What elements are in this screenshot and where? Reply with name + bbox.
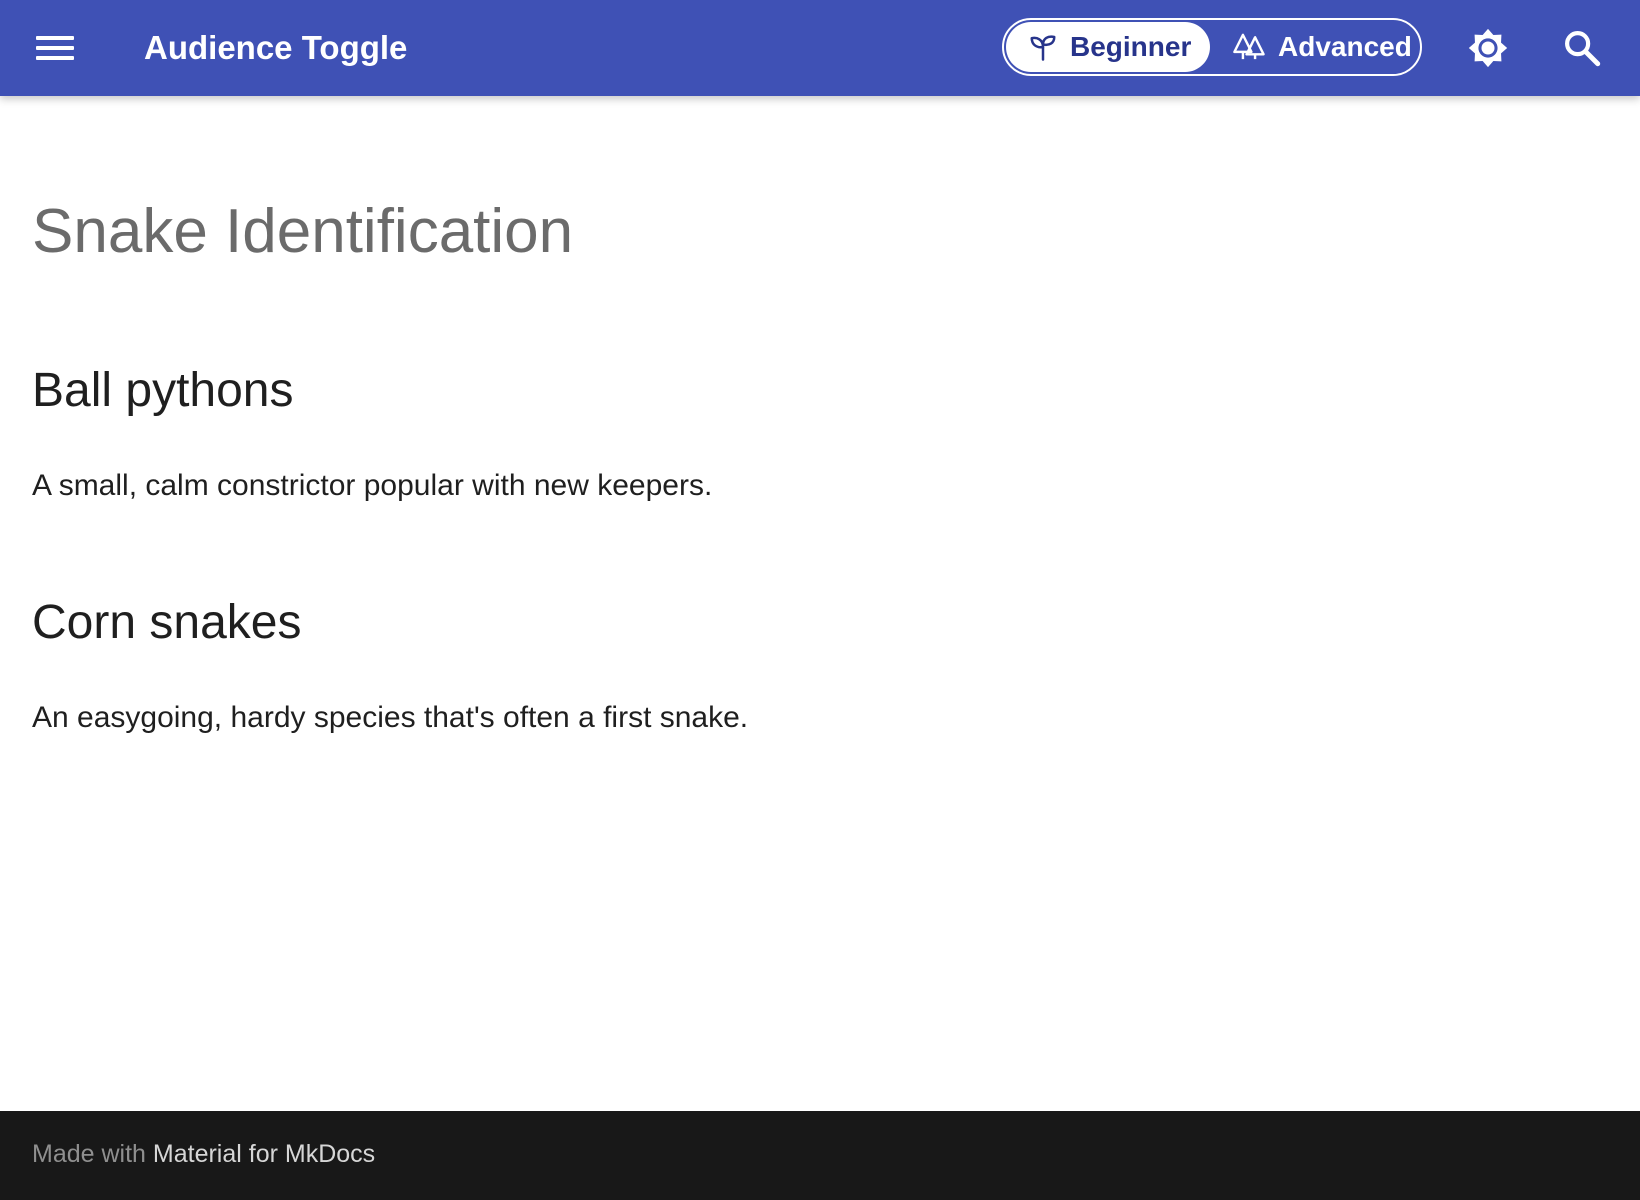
section-text: A small, calm constrictor popular with n… — [32, 469, 713, 502]
site-header: Audience Toggle Beginner Advanced — [0, 0, 1640, 96]
section-text: An easygoing, hardy species that's often… — [32, 701, 749, 734]
section-heading: Corn snakes — [32, 596, 302, 649]
advanced-label: Advanced — [1278, 31, 1412, 62]
brightness-icon — [1468, 28, 1508, 68]
section-heading: Ball pythons — [32, 364, 294, 417]
search-button[interactable] — [1558, 24, 1606, 72]
page-title: Snake Identification — [32, 197, 574, 266]
footer-prefix: Made with — [32, 1140, 153, 1168]
search-icon — [1565, 31, 1601, 67]
theme-toggle-button[interactable] — [1464, 24, 1512, 72]
beginner-option[interactable]: Beginner — [1006, 22, 1210, 72]
hamburger-menu-icon-bar — [36, 46, 74, 50]
site-title[interactable]: Audience Toggle — [144, 24, 407, 72]
site-footer: Made with Material for MkDocs — [0, 1111, 1640, 1200]
audience-toggle[interactable]: Beginner Advanced — [1002, 18, 1422, 76]
hamburger-menu-icon-bar — [36, 56, 74, 60]
advanced-option[interactable]: Advanced — [1210, 22, 1418, 72]
menu-button[interactable] — [30, 26, 82, 70]
footer-credit: Made with Material for MkDocs — [32, 1137, 375, 1171]
hamburger-menu-icon — [36, 36, 74, 40]
sprout-icon — [1030, 35, 1056, 61]
material-for-mkdocs-link[interactable]: Material for MkDocs — [153, 1140, 375, 1168]
beginner-label: Beginner — [1070, 31, 1192, 62]
forest-icon — [1233, 33, 1265, 60]
